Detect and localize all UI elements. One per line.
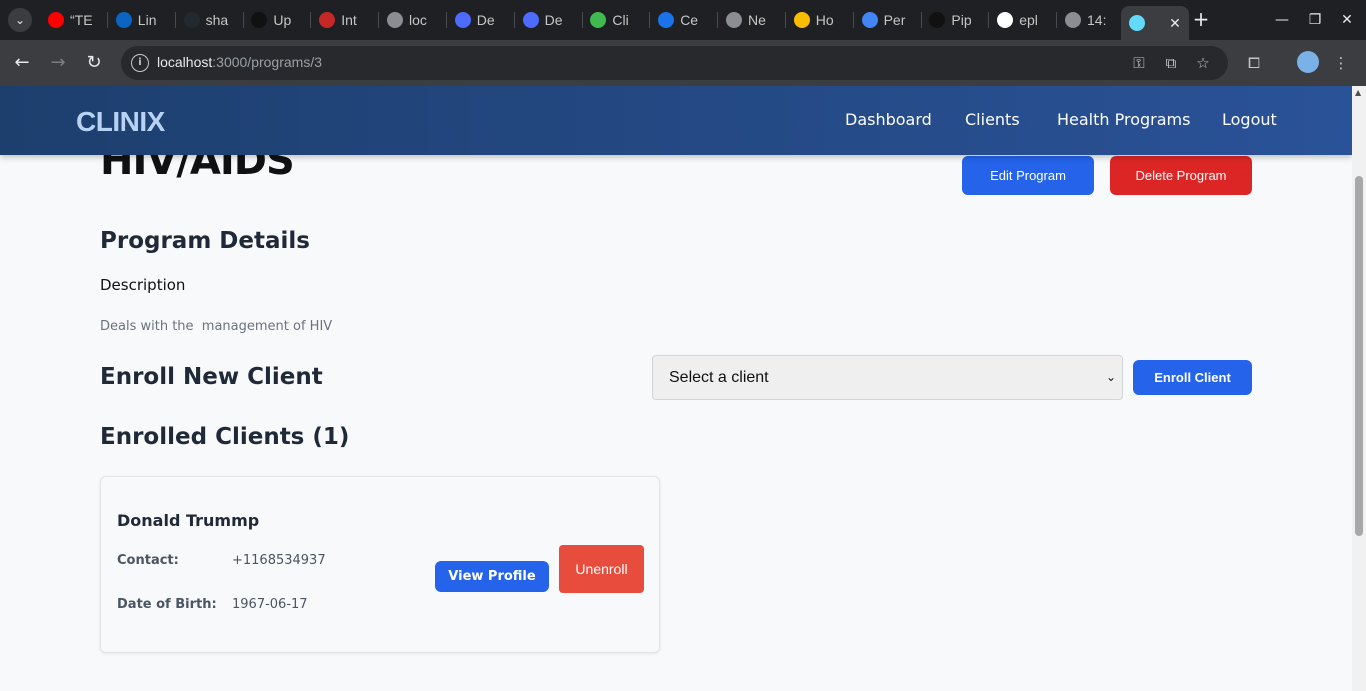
- close-tab-icon[interactable]: ✕: [1169, 15, 1181, 32]
- new-tab-icon[interactable]: +: [1190, 8, 1212, 30]
- globe-icon: [387, 12, 403, 28]
- browser-tab[interactable]: Pip: [921, 6, 989, 34]
- drive-icon: [793, 12, 810, 28]
- dob-label: Date of Birth:: [117, 597, 217, 612]
- browser-tab-label: Ce: [680, 12, 699, 28]
- delete-program-button[interactable]: Delete Program: [1110, 156, 1252, 195]
- browser-tab[interactable]: De: [515, 6, 583, 34]
- page-scrollbar[interactable]: ▲: [1352, 86, 1366, 691]
- browser-tab[interactable]: Up: [243, 6, 311, 34]
- scroll-up-icon[interactable]: ▲: [1355, 88, 1361, 97]
- view-profile-button[interactable]: View Profile: [435, 561, 549, 592]
- blue-arc-icon: [658, 12, 675, 28]
- browser-tab-label: De: [476, 12, 495, 28]
- program-description: Deals with the management of HIV: [100, 319, 333, 334]
- browser-tab-label: Ne: [748, 12, 766, 28]
- profile-avatar[interactable]: [1297, 51, 1319, 73]
- browser-tab[interactable]: Per: [854, 6, 922, 34]
- globe-icon: [1065, 12, 1081, 28]
- edit-program-button[interactable]: Edit Program: [962, 156, 1094, 195]
- browser-tab-label: Ho: [815, 12, 834, 28]
- bookmark-star-icon[interactable]: ☆: [1193, 53, 1213, 73]
- browser-tab-label: Int: [341, 12, 357, 28]
- browser-tab[interactable]: Lin: [108, 6, 176, 34]
- browser-tab-label: De: [544, 12, 563, 28]
- deepseek-icon: [454, 12, 471, 28]
- program-details-heading: Program Details: [100, 228, 310, 254]
- browser-tab-label: “TE: [70, 12, 93, 28]
- nav-clients[interactable]: Clients: [965, 110, 1020, 129]
- linkedin-icon: [115, 12, 132, 28]
- green-circle-icon: [590, 12, 607, 28]
- nav-dashboard[interactable]: Dashboard: [845, 110, 932, 129]
- close-window-icon[interactable]: ✕: [1337, 10, 1357, 30]
- more-menu-icon[interactable]: ⋮: [1330, 52, 1352, 74]
- browser-tab-label: epl: [1019, 12, 1038, 28]
- contact-label: Contact:: [117, 553, 179, 568]
- address-bar[interactable]: i localhost:3000/programs/3 ⚿ ⧉ ☆: [121, 46, 1228, 80]
- client-card: Donald Trummp Contact: +1168534937 Date …: [100, 476, 660, 653]
- enroll-heading: Enroll New Client: [100, 364, 323, 390]
- deepseek-icon: [522, 12, 539, 28]
- client-name: Donald Trummp: [117, 511, 260, 530]
- back-icon[interactable]: ←: [11, 52, 33, 74]
- install-app-icon[interactable]: ⧉: [1161, 53, 1181, 73]
- browser-tab[interactable]: De: [447, 6, 515, 34]
- unenroll-button[interactable]: Unenroll: [559, 545, 644, 593]
- browser-tab[interactable]: epl: [989, 6, 1057, 34]
- browser-tab-label: Cli: [612, 12, 629, 28]
- browser-tab-label: loc: [409, 12, 427, 28]
- react-icon: [1128, 15, 1145, 31]
- description-label: Description: [100, 276, 186, 294]
- youtube-icon: [48, 12, 64, 28]
- url-text[interactable]: localhost:3000/programs/3: [157, 54, 322, 70]
- maximize-icon[interactable]: ❐: [1305, 10, 1325, 30]
- scroll-thumb[interactable]: [1355, 176, 1363, 536]
- enrolled-clients-heading: Enrolled Clients (1): [100, 424, 350, 450]
- browser-tab[interactable]: sha: [176, 6, 244, 34]
- browser-tab[interactable]: Ce: [650, 6, 718, 34]
- tab-search-icon[interactable]: ⌄: [8, 8, 32, 32]
- chrome-icon: [726, 12, 742, 28]
- browser-tab-label: Lin: [137, 12, 157, 28]
- browser-tab-bar: ⌄ “TE Lin sha Up Int loc De De Cli Ce Ne Ho Per Pip ep…: [0, 0, 1366, 40]
- browser-tab-label: Pip: [951, 12, 972, 28]
- extensions-icon[interactable]: ⧠: [1243, 52, 1265, 74]
- gauge-icon: [319, 12, 336, 28]
- brand-logo[interactable]: CLINIX: [76, 106, 165, 138]
- browser-tab[interactable]: ✕: [1120, 6, 1189, 40]
- app-header: CLINIX Dashboard Clients Health Programs…: [0, 86, 1352, 155]
- github-icon: [183, 12, 200, 28]
- browser-tab[interactable]: Ho: [786, 6, 854, 34]
- password-key-icon[interactable]: ⚿: [1129, 53, 1149, 73]
- client-select-value: Select a client: [669, 369, 769, 386]
- minimize-icon[interactable]: —: [1272, 10, 1292, 30]
- dob-value: 1967-06-17: [232, 597, 308, 612]
- browser-tab[interactable]: 14:: [1057, 6, 1125, 34]
- contact-value: +1168534937: [232, 553, 326, 568]
- client-select[interactable]: Select a client ⌄: [652, 355, 1123, 400]
- chevron-down-icon: ⌄: [1105, 370, 1116, 384]
- enroll-client-button[interactable]: Enroll Client: [1133, 360, 1252, 395]
- nav-logout[interactable]: Logout: [1222, 110, 1277, 129]
- openai-icon: [929, 12, 946, 28]
- browser-tab[interactable]: Int: [311, 6, 379, 34]
- openai-icon: [251, 12, 268, 28]
- reload-icon[interactable]: ↻: [83, 52, 105, 74]
- docs-icon: [861, 12, 878, 28]
- browser-tab-label: Per: [883, 12, 906, 28]
- browser-tab-label: 14:: [1087, 12, 1107, 28]
- browser-tab-label: Up: [273, 12, 292, 28]
- nav-health-programs[interactable]: Health Programs: [1057, 110, 1190, 129]
- browser-toolbar: ← → ↻ i localhost:3000/programs/3 ⚿ ⧉ ☆ …: [0, 40, 1366, 86]
- browser-tab[interactable]: Ne: [718, 6, 786, 34]
- browser-tab[interactable]: loc: [379, 6, 447, 34]
- google-icon: [997, 12, 1014, 28]
- forward-icon[interactable]: →: [47, 52, 69, 74]
- browser-tab[interactable]: Cli: [582, 6, 650, 34]
- page-viewport: HIV/AIDS Edit Program Delete Program Pro…: [0, 86, 1352, 691]
- browser-tab[interactable]: “TE: [40, 6, 108, 34]
- browser-tab-label: sha: [205, 12, 229, 28]
- site-info-icon[interactable]: i: [131, 54, 149, 72]
